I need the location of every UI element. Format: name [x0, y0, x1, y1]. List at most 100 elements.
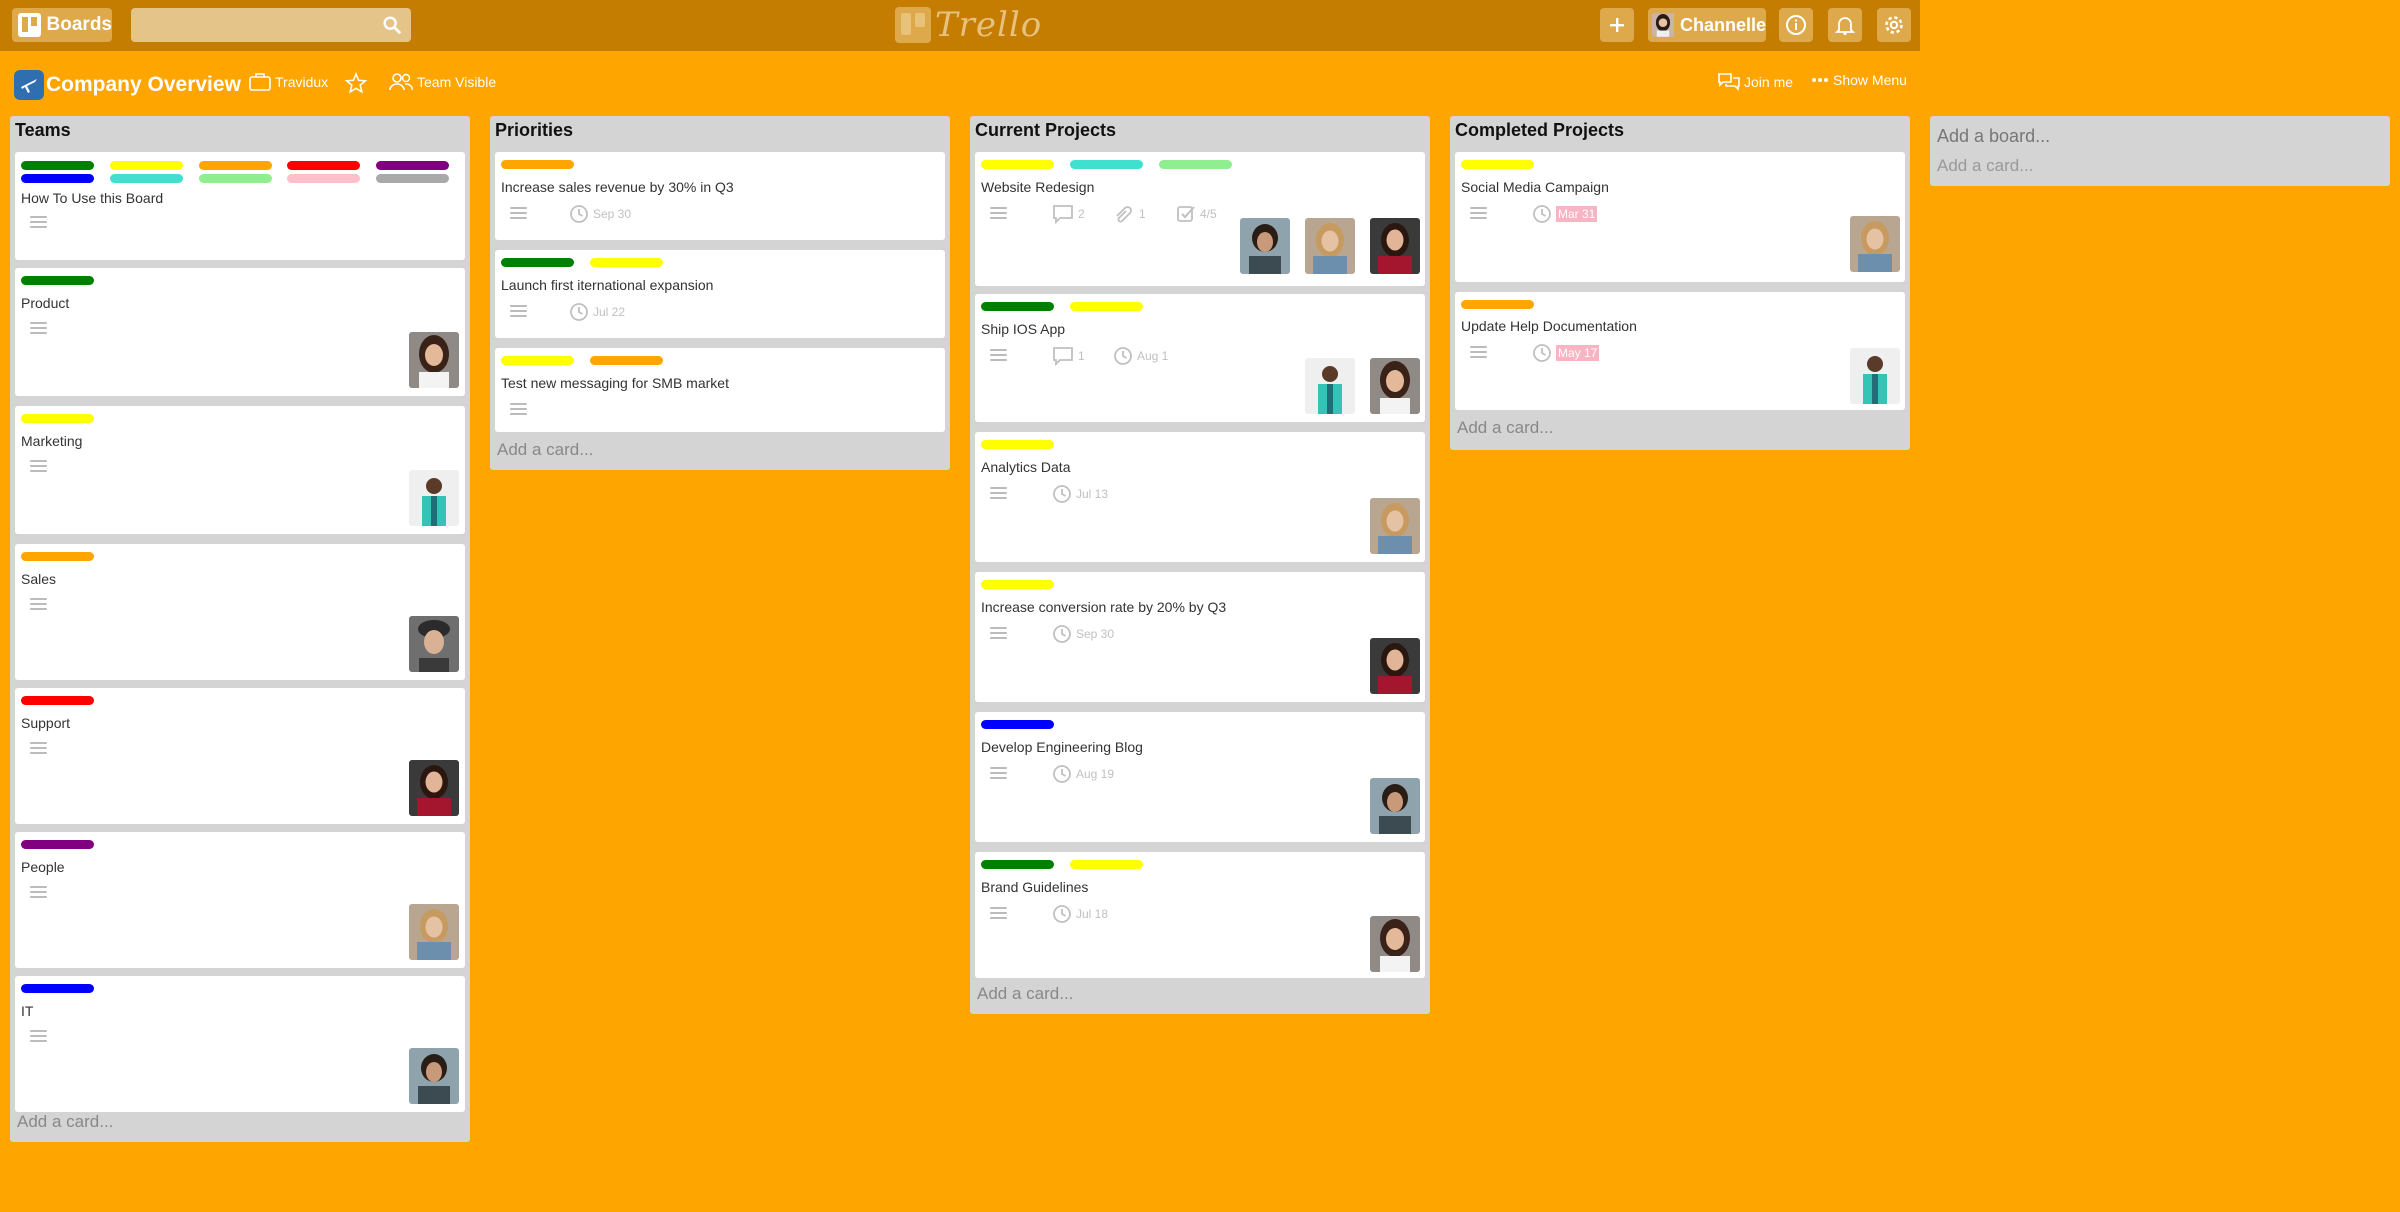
label-yellow	[501, 356, 574, 365]
search-icon[interactable]	[381, 14, 403, 36]
search-input[interactable]	[131, 8, 411, 42]
show-menu-button[interactable]: Show Menu	[1810, 72, 1907, 88]
card-marketing[interactable]: Marketing	[15, 406, 465, 534]
card-help-documentation[interactable]: Update Help Documentation May 17	[1455, 292, 1905, 410]
label-yellow	[590, 258, 663, 267]
avatar[interactable]	[409, 904, 459, 960]
description-icon	[30, 216, 47, 228]
avatar[interactable]	[1370, 218, 1420, 274]
card-title: Develop Engineering Blog	[981, 739, 1143, 755]
avatar[interactable]	[1305, 358, 1355, 414]
card-people[interactable]: People	[15, 832, 465, 968]
info-button[interactable]	[1779, 8, 1813, 42]
add-card-button[interactable]: Add a card...	[977, 984, 1073, 1004]
due-date-badge: Sep 30	[1052, 624, 1114, 644]
add-card-button[interactable]: Add a card...	[17, 1112, 113, 1132]
label-teal	[110, 174, 183, 183]
avatar[interactable]	[1850, 216, 1900, 272]
notifications-button[interactable]	[1828, 8, 1862, 42]
list-title[interactable]: Current Projects	[975, 120, 1116, 141]
label-yellow	[1461, 160, 1534, 169]
comment-icon	[1053, 205, 1073, 224]
due-date: Sep 30	[593, 207, 632, 221]
card-test-messaging[interactable]: Test new messaging for SMB market	[495, 348, 945, 432]
list-title[interactable]: Completed Projects	[1455, 120, 1624, 141]
list-title[interactable]: Teams	[15, 120, 71, 141]
airplane-icon	[14, 70, 44, 100]
user-menu[interactable]: Channelle	[1648, 8, 1766, 42]
card-it[interactable]: IT	[15, 976, 465, 1112]
avatar[interactable]	[1850, 348, 1900, 404]
board-title[interactable]: Company Overview	[14, 70, 241, 100]
label-yellow	[981, 160, 1054, 169]
description-icon	[1470, 346, 1487, 358]
star-button[interactable]	[345, 72, 370, 94]
card-engineering-blog[interactable]: Develop Engineering Blog Aug 19	[975, 712, 1425, 842]
settings-button[interactable]	[1877, 8, 1911, 42]
card-title: Increase conversion rate by 20% by Q3	[981, 599, 1227, 615]
label-yellow	[981, 580, 1054, 589]
add-list-panel[interactable]: Add a board... Add a card...	[1930, 116, 2390, 186]
description-icon	[990, 349, 1007, 361]
description-icon	[30, 1030, 47, 1042]
card-social-media[interactable]: Social Media Campaign Mar 31	[1455, 152, 1905, 282]
avatar[interactable]	[1370, 498, 1420, 554]
add-board-button[interactable]: Add a board...	[1937, 126, 2050, 147]
comment-count: 1	[1078, 349, 1085, 363]
list-priorities: Priorities Increase sales revenue by 30%…	[490, 116, 950, 470]
due-date: Aug 19	[1076, 767, 1115, 781]
team-name-button[interactable]: Travidux	[248, 72, 328, 92]
card-brand-guidelines[interactable]: Brand Guidelines Jul 18	[975, 852, 1425, 978]
board-header: Company Overview Travidux Team Visible J…	[0, 60, 1920, 110]
join-button[interactable]: Join me	[1717, 72, 1793, 92]
add-card-button[interactable]: Add a card...	[1937, 156, 2033, 176]
card-ship-ios-app[interactable]: Ship IOS App 1 Aug 1	[975, 294, 1425, 422]
avatar[interactable]	[409, 760, 459, 816]
avatar[interactable]	[409, 470, 459, 526]
avatar[interactable]	[1305, 218, 1355, 274]
card-product[interactable]: Product	[15, 268, 465, 396]
avatar[interactable]	[1240, 218, 1290, 274]
add-card-button[interactable]: Add a card...	[497, 440, 593, 460]
description-icon	[990, 767, 1007, 779]
bell-icon	[1834, 17, 1856, 36]
card-title: How To Use this Board	[21, 190, 164, 206]
description-icon	[990, 907, 1007, 919]
clock-icon	[570, 205, 588, 223]
avatar[interactable]	[1370, 358, 1420, 414]
card-title: Product	[21, 295, 70, 311]
card-how-to-use[interactable]: How To Use this Board	[15, 152, 465, 260]
list-title[interactable]: Priorities	[495, 120, 573, 141]
card-launch-expansion[interactable]: Launch first iternational expansion Jul …	[495, 250, 945, 338]
avatar[interactable]	[1370, 778, 1420, 834]
due-date: Aug 1	[1137, 349, 1169, 363]
card-sales[interactable]: Sales	[15, 544, 465, 680]
add-button[interactable]	[1600, 8, 1634, 42]
clock-icon	[1053, 625, 1071, 643]
card-title: People	[21, 859, 65, 875]
description-icon	[30, 598, 47, 610]
card-analytics-data[interactable]: Analytics Data Jul 13	[975, 432, 1425, 562]
label-yellow	[1070, 860, 1143, 869]
label-red	[21, 696, 94, 705]
card-increase-sales[interactable]: Increase sales revenue by 30% in Q3 Sep …	[495, 152, 945, 240]
card-increase-conversion[interactable]: Increase conversion rate by 20% by Q3 Se…	[975, 572, 1425, 702]
trello-logo[interactable]: Trello	[895, 5, 1042, 45]
card-title: Analytics Data	[981, 459, 1071, 475]
clock-icon	[1114, 347, 1132, 365]
avatar[interactable]	[409, 616, 459, 672]
avatar[interactable]	[409, 332, 459, 388]
card-support[interactable]: Support	[15, 688, 465, 824]
boards-button[interactable]: Boards	[12, 8, 112, 42]
visibility-button[interactable]: Team Visible	[388, 72, 496, 92]
label-orange	[590, 356, 663, 365]
list-current-projects: Current Projects Website Redesign 2 1 4/…	[970, 116, 1430, 1014]
avatar[interactable]	[1370, 916, 1420, 972]
card-title: Sales	[21, 571, 57, 587]
avatar[interactable]	[409, 1048, 459, 1104]
join-label: Join me	[1744, 74, 1794, 90]
due-date: Sep 30	[1076, 627, 1115, 641]
card-website-redesign[interactable]: Website Redesign 2 1 4/5	[975, 152, 1425, 286]
add-card-button[interactable]: Add a card...	[1457, 418, 1553, 438]
avatar[interactable]	[1370, 638, 1420, 694]
